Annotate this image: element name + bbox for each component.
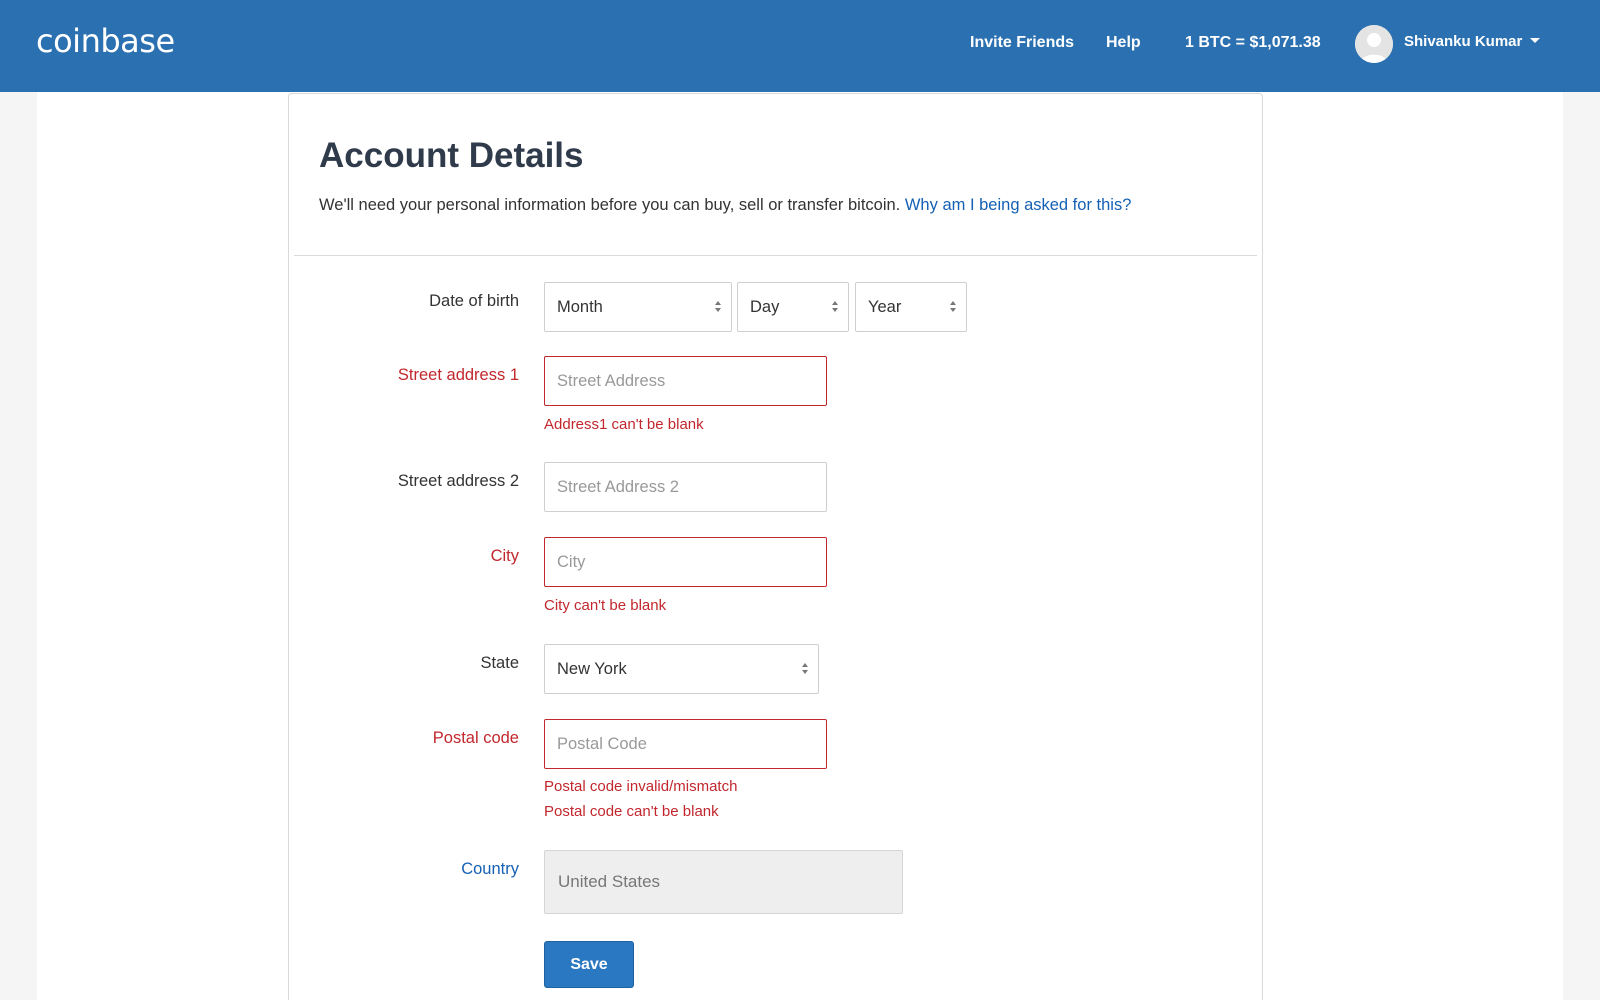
btc-price-display: 1 BTC = $1,071.38 [1185, 34, 1321, 51]
coinbase-logo[interactable]: coinbase [36, 22, 175, 60]
country-field-readonly: United States [544, 850, 903, 914]
dob-day-value: Day [750, 298, 780, 316]
dob-day-select[interactable]: Day [737, 282, 849, 332]
state-value: New York [557, 660, 627, 678]
select-arrows-icon [950, 301, 956, 315]
why-asked-link[interactable]: Why am I being asked for this? [905, 196, 1132, 214]
street2-input[interactable] [544, 462, 827, 512]
dob-month-value: Month [557, 298, 603, 316]
top-navbar: coinbase Invite Friends Help 1 BTC = $1,… [0, 0, 1600, 92]
dob-year-value: Year [868, 298, 902, 316]
save-button[interactable]: Save [544, 941, 634, 988]
street1-error: Address1 can't be blank [544, 416, 704, 433]
select-arrows-icon [832, 301, 838, 315]
postal-error-blank: Postal code can't be blank [544, 803, 719, 820]
city-input[interactable] [544, 537, 827, 587]
street2-label: Street address 2 [397, 472, 519, 490]
section-divider [294, 255, 1257, 256]
chevron-down-icon [1530, 38, 1541, 44]
invite-friends-link[interactable]: Invite Friends [970, 34, 1074, 52]
country-label: Country [461, 860, 519, 878]
street1-input[interactable] [544, 356, 827, 406]
dob-month-select[interactable]: Month [544, 282, 732, 332]
help-link[interactable]: Help [1106, 34, 1141, 52]
postal-input[interactable] [544, 719, 827, 769]
postal-label: Postal code [432, 729, 519, 747]
state-label: State [480, 654, 519, 672]
intro-body: We'll need your personal information bef… [319, 196, 901, 214]
city-error: City can't be blank [544, 597, 667, 614]
select-arrows-icon [715, 301, 721, 315]
postal-error-invalid: Postal code invalid/mismatch [544, 778, 738, 795]
user-name: Shivanku Kumar [1404, 33, 1523, 50]
city-label: City [490, 547, 519, 565]
dob-year-select[interactable]: Year [855, 282, 967, 332]
intro-text: We'll need your personal information bef… [319, 196, 1131, 215]
user-avatar-icon[interactable] [1355, 25, 1393, 63]
state-select[interactable]: New York [544, 644, 819, 694]
street1-label: Street address 1 [397, 366, 519, 384]
dob-label: Date of birth [429, 292, 519, 310]
select-arrows-icon [802, 663, 808, 677]
user-menu-dropdown[interactable]: Shivanku Kumar [1404, 33, 1541, 50]
page-title: Account Details [319, 136, 584, 175]
